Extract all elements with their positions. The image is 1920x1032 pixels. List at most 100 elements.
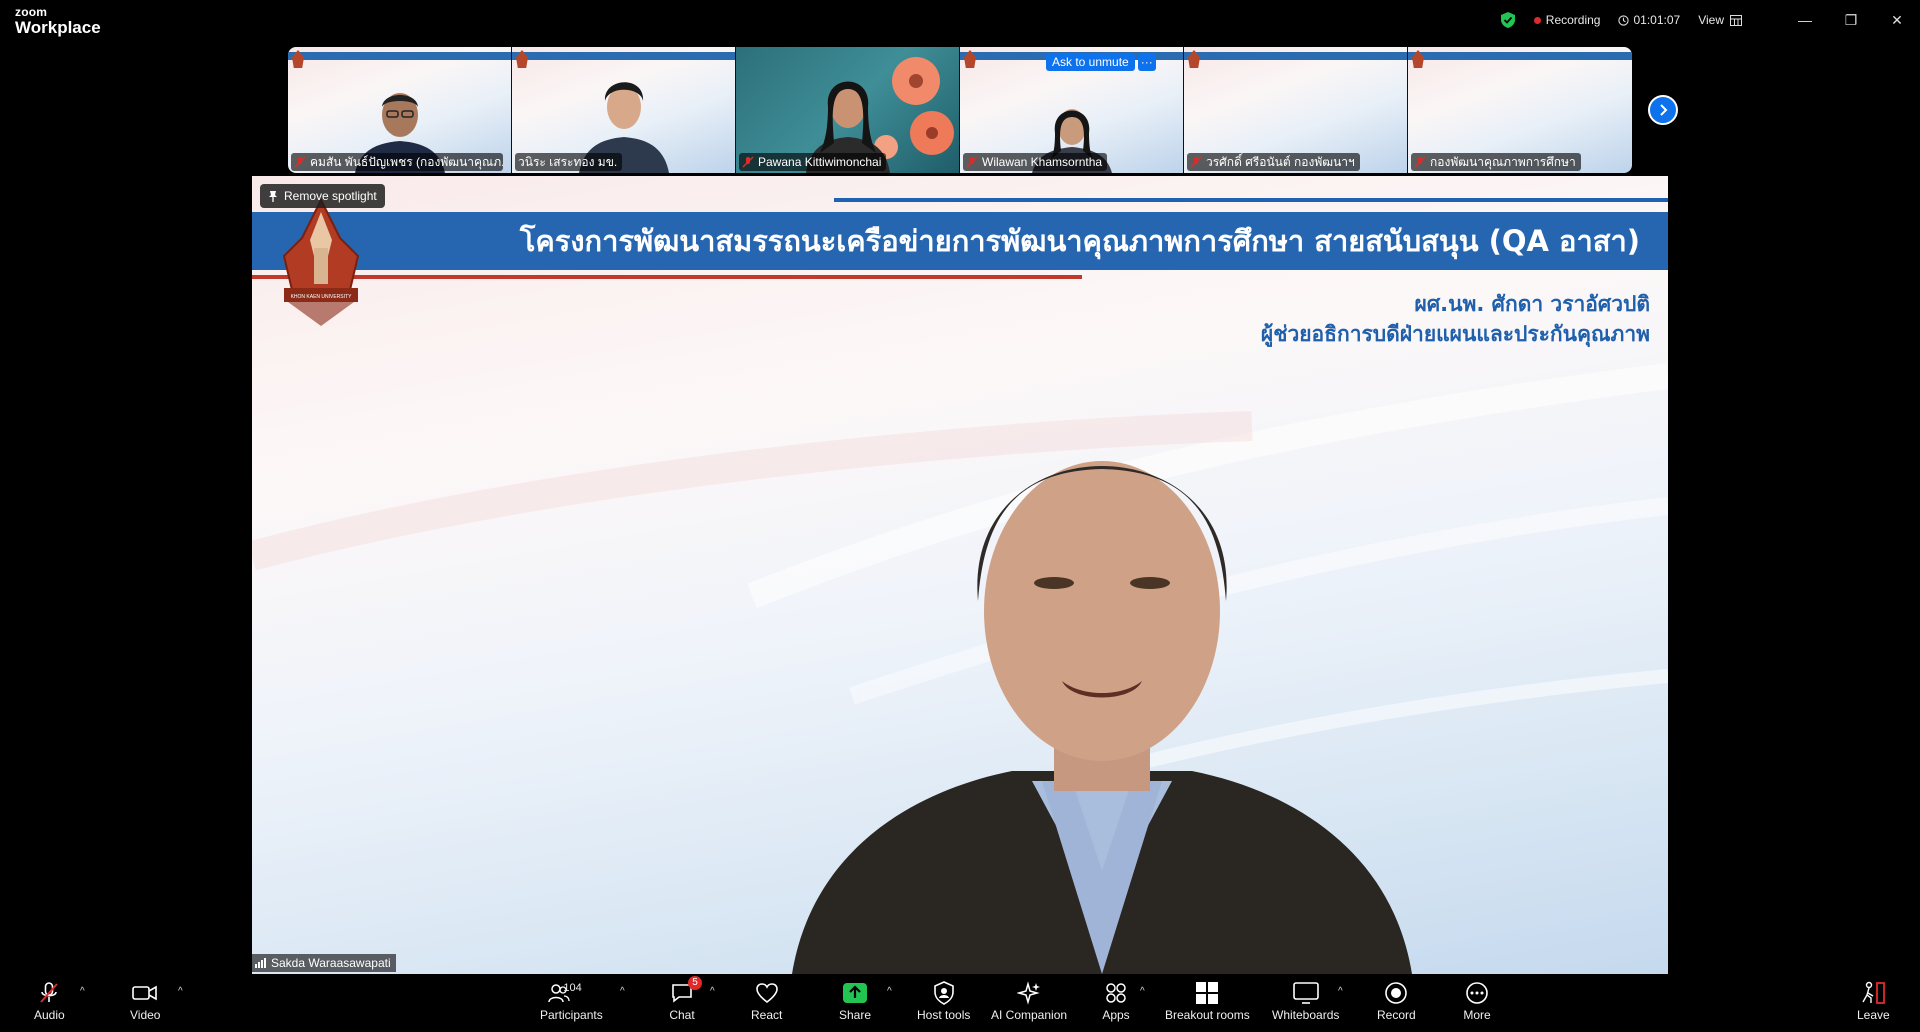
chat-label: Chat: [669, 1008, 695, 1022]
view-button[interactable]: View: [1698, 13, 1742, 27]
video-tile[interactable]: กองพัฒนาคุณภาพการศึกษา: [1408, 47, 1632, 173]
ask-to-unmute-bar: Ask to unmute ···: [1046, 53, 1156, 71]
more-label: More: [1463, 1008, 1491, 1022]
video-options-caret-icon[interactable]: ^: [178, 986, 183, 997]
video-tile[interactable]: Pawana Kittiwimonchai: [736, 47, 960, 173]
record-button[interactable]: Record: [1377, 980, 1416, 1022]
zoom-logo: zoom Workplace: [15, 6, 101, 36]
whiteboard-icon: [1292, 982, 1319, 1004]
mic-muted-icon: [294, 156, 306, 168]
audio-options-caret-icon[interactable]: ^: [80, 986, 85, 997]
leave-button[interactable]: Leave: [1857, 980, 1890, 1022]
apps-label: Apps: [1102, 1008, 1130, 1022]
ask-to-unmute-button[interactable]: Ask to unmute: [1046, 53, 1135, 71]
participant-name-tag: วรศักดิ์ ศรีอนันต์ กองพัฒนาฯ: [1187, 153, 1360, 171]
share-screen-icon: [843, 983, 868, 1003]
participants-button[interactable]: 104 Participants: [540, 980, 603, 1022]
leave-icon: [1862, 981, 1886, 1004]
recording-label: Recording: [1545, 13, 1601, 27]
participant-name: กองพัฒนาคุณภาพการศึกษา: [1430, 155, 1576, 169]
chat-unread-badge: 5: [688, 976, 702, 990]
video-label: Video: [130, 1008, 161, 1022]
participant-name: วรศักดิ์ ศรีอนันต์ กองพัฒนาฯ: [1206, 155, 1355, 169]
sparkle-icon: [1017, 981, 1041, 1005]
mic-muted-icon: [966, 156, 978, 168]
meeting-timer: 01:01:07: [1618, 13, 1680, 27]
whiteboards-options-caret-icon[interactable]: ^: [1338, 986, 1343, 997]
breakout-rooms-button[interactable]: Breakout rooms: [1165, 980, 1250, 1022]
participants-options-caret-icon[interactable]: ^: [620, 986, 625, 997]
breakout-rooms-label: Breakout rooms: [1165, 1008, 1250, 1022]
host-tools-button[interactable]: Host tools: [917, 980, 970, 1022]
remove-spotlight-label: Remove spotlight: [284, 189, 377, 203]
slide-banner-thumb: [288, 52, 511, 60]
participant-name-tag: Wilawan Khamsorntha: [963, 153, 1108, 171]
tile-more-options-button[interactable]: ···: [1137, 53, 1156, 71]
gallery-next-page-button[interactable]: [1648, 95, 1678, 125]
share-button[interactable]: Share: [839, 980, 871, 1022]
participant-name-tag: Pawana Kittiwimonchai: [739, 153, 887, 171]
more-button[interactable]: More: [1463, 980, 1491, 1022]
heart-icon: [755, 983, 778, 1004]
recording-dot-icon: [1533, 16, 1541, 24]
react-label: React: [751, 1008, 783, 1022]
video-tile[interactable]: วรศักดิ์ ศรีอนันต์ กองพัฒนาฯ: [1184, 47, 1408, 173]
slide-presenter-position: ผู้ช่วยอธิการบดีฝ่ายแผนและประกันคุณภาพ: [1260, 322, 1650, 346]
whiteboards-label: Whiteboards: [1272, 1008, 1340, 1022]
participant-gallery-strip: คมสัน พันธ์ปัญเพชร (กองพัฒนาคุณภ... วนิร…: [288, 47, 1632, 173]
slide-banner-thumb: [512, 52, 735, 60]
share-options-caret-icon[interactable]: ^: [887, 986, 892, 997]
slide-banner-thumb: [1184, 52, 1407, 60]
react-button[interactable]: React: [751, 980, 782, 1022]
meeting-toolbar: Audio ^ Video ^ 104 Participants ^ 5 Cha…: [0, 974, 1920, 1032]
audio-button[interactable]: Audio: [34, 980, 65, 1022]
chevron-right-icon: [1660, 104, 1668, 116]
mic-muted-icon: [40, 982, 59, 1003]
speaker-name: Sakda Waraasawapati: [271, 956, 391, 970]
slide-presenter-name: ผศ.นพ. ศักดา วราอัศวปติ: [1414, 292, 1650, 316]
mic-muted-icon: [1190, 156, 1202, 168]
participant-name-tag: กองพัฒนาคุณภาพการศึกษา: [1411, 153, 1581, 171]
chat-button[interactable]: 5 Chat: [668, 976, 702, 1022]
grid-view-icon: [1730, 14, 1742, 26]
spotlight-video-stage: โครงการพัฒนาสมรรถนะเครือข่ายการพัฒนาคุณภ…: [252, 176, 1668, 974]
more-dots-icon: [1466, 982, 1488, 1004]
participant-name: คมสัน พันธ์ปัญเพชร (กองพัฒนาคุณภ...: [310, 155, 503, 169]
apps-options-caret-icon[interactable]: ^: [1140, 986, 1145, 997]
shield-icon: [933, 981, 954, 1005]
video-button[interactable]: Video: [130, 980, 160, 1022]
participant-name: Wilawan Khamsorntha: [982, 155, 1103, 169]
slide-red-line: [252, 275, 1082, 279]
apps-button[interactable]: Apps: [1102, 980, 1130, 1022]
logo-zoom-text: zoom: [15, 5, 48, 19]
recording-indicator[interactable]: Recording: [1533, 13, 1601, 27]
video-tile[interactable]: วนิระ เสระทอง มข.: [512, 47, 736, 173]
participants-label: Participants: [540, 1008, 603, 1022]
close-window-button[interactable]: ✕: [1874, 0, 1920, 40]
timer-text: 01:01:07: [1633, 13, 1681, 27]
mic-muted-icon: [1414, 156, 1426, 168]
chat-options-caret-icon[interactable]: ^: [710, 986, 715, 997]
video-camera-icon: [132, 985, 158, 1001]
ai-companion-button[interactable]: AI Companion: [991, 980, 1067, 1022]
restore-window-button[interactable]: ❐: [1828, 0, 1874, 40]
encryption-shield-icon[interactable]: [1500, 11, 1516, 29]
ai-companion-label: AI Companion: [991, 1008, 1068, 1022]
logo-workplace-text: Workplace: [15, 18, 101, 37]
participants-count: 104: [563, 982, 582, 994]
remove-spotlight-button[interactable]: Remove spotlight: [260, 184, 385, 208]
record-label: Record: [1377, 1008, 1416, 1022]
audio-label: Audio: [34, 1008, 65, 1022]
view-label: View: [1698, 13, 1724, 27]
apps-icon: [1106, 983, 1126, 1003]
slide-top-line: [834, 198, 1668, 202]
speaker-name-tag: Sakda Waraasawapati: [252, 954, 396, 972]
speaker-video: [792, 461, 1412, 974]
slide-title: โครงการพัฒนาสมรรถนะเครือข่ายการพัฒนาคุณภ…: [519, 224, 1640, 258]
mic-muted-icon: [742, 156, 754, 168]
video-tile[interactable]: Ask to unmute ··· Wilawan Khamsorntha: [960, 47, 1184, 173]
clock-icon: [1618, 14, 1630, 26]
video-tile[interactable]: คมสัน พันธ์ปัญเพชร (กองพัฒนาคุณภ...: [288, 47, 512, 173]
minimize-window-button[interactable]: —: [1782, 0, 1828, 40]
whiteboards-button[interactable]: Whiteboards: [1272, 980, 1339, 1022]
